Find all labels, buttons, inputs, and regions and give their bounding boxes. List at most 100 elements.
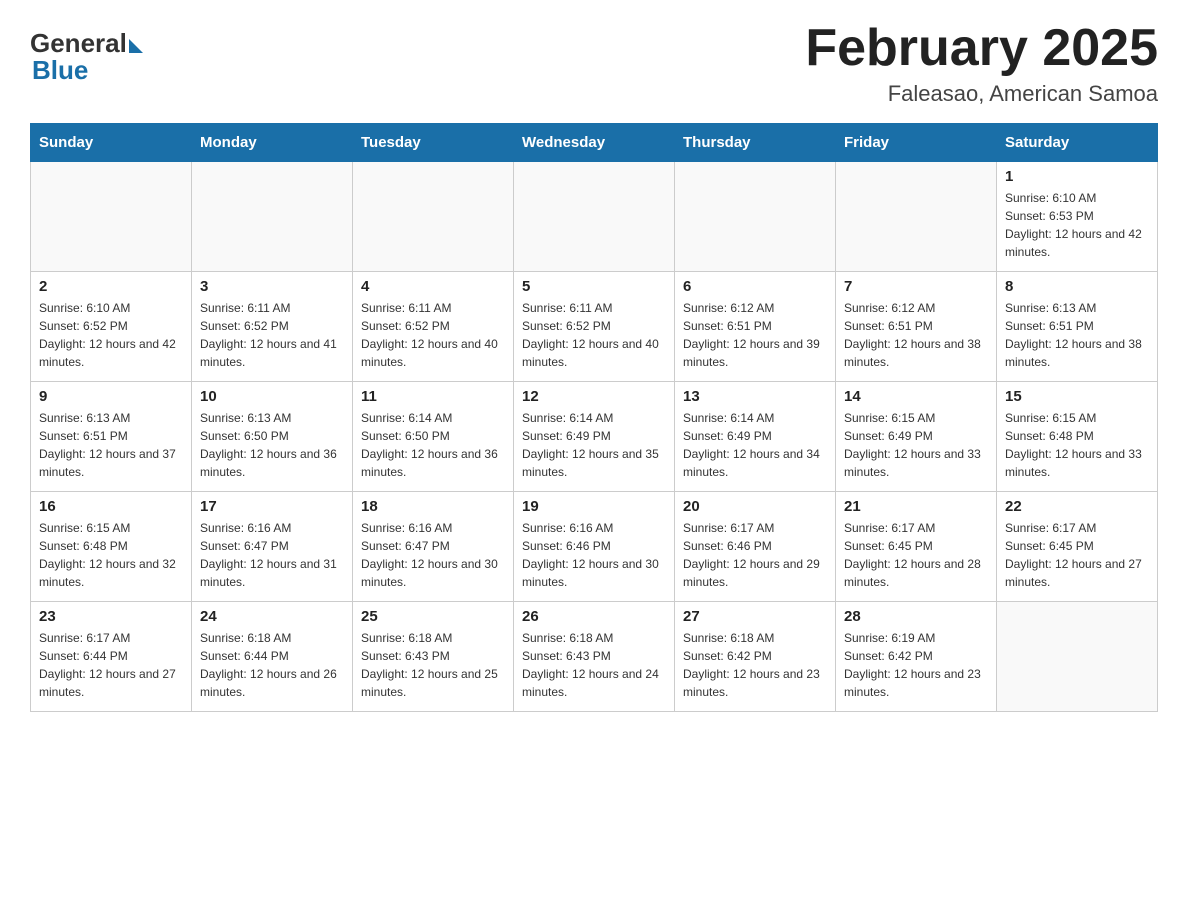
day-number: 26 <box>522 608 666 625</box>
day-info: Sunrise: 6:11 AM Sunset: 6:52 PM Dayligh… <box>361 299 505 371</box>
calendar-cell: 3 Sunrise: 6:11 AM Sunset: 6:52 PM Daylig… <box>192 272 353 382</box>
day-info: Sunrise: 6:15 AM Sunset: 6:48 PM Dayligh… <box>1005 409 1149 481</box>
calendar-cell: 17Sunrise: 6:16 AM Sunset: 6:47 PM Dayli… <box>192 492 353 602</box>
page-header: General Blue February 2025 Faleasao, Ame… <box>30 20 1158 107</box>
calendar-cell <box>353 162 514 272</box>
calendar-cell: 2 Sunrise: 6:10 AM Sunset: 6:52 PM Daylig… <box>31 272 192 382</box>
day-info: Sunrise: 6:19 AM Sunset: 6:42 PM Dayligh… <box>844 629 988 701</box>
calendar-cell: 6Sunrise: 6:12 AM Sunset: 6:51 PM Daylig… <box>675 272 836 382</box>
day-info: Sunrise: 6:15 AM Sunset: 6:48 PM Dayligh… <box>39 519 183 591</box>
days-header-row: SundayMondayTuesdayWednesdayThursdayFrid… <box>31 124 1158 162</box>
day-info: Sunrise: 6:12 AM Sunset: 6:51 PM Dayligh… <box>683 299 827 371</box>
day-info: Sunrise: 6:13 AM Sunset: 6:51 PM Dayligh… <box>1005 299 1149 371</box>
calendar-cell: 8 Sunrise: 6:13 AM Sunset: 6:51 PM Daylig… <box>997 272 1158 382</box>
title-block: February 2025 Faleasao, American Samoa <box>805 20 1158 107</box>
logo-blue-text: Blue <box>30 55 88 86</box>
day-number: 8 <box>1005 278 1149 295</box>
calendar-header: SundayMondayTuesdayWednesdayThursdayFrid… <box>31 124 1158 162</box>
day-info: Sunrise: 6:16 AM Sunset: 6:46 PM Dayligh… <box>522 519 666 591</box>
calendar-subtitle: Faleasao, American Samoa <box>805 81 1158 107</box>
calendar-cell: 21Sunrise: 6:17 AM Sunset: 6:45 PM Dayli… <box>836 492 997 602</box>
day-info: Sunrise: 6:14 AM Sunset: 6:50 PM Dayligh… <box>361 409 505 481</box>
day-number: 1 <box>1005 168 1149 185</box>
calendar-cell: 9 Sunrise: 6:13 AM Sunset: 6:51 PM Daylig… <box>31 382 192 492</box>
logo-arrow-icon <box>129 39 143 53</box>
day-header-tuesday: Tuesday <box>353 124 514 162</box>
day-number: 7 <box>844 278 988 295</box>
day-number: 2 <box>39 278 183 295</box>
calendar-title: February 2025 <box>805 20 1158 77</box>
day-header-sunday: Sunday <box>31 124 192 162</box>
calendar-cell <box>514 162 675 272</box>
day-number: 9 <box>39 388 183 405</box>
day-header-thursday: Thursday <box>675 124 836 162</box>
day-number: 12 <box>522 388 666 405</box>
calendar-cell: 15 Sunrise: 6:15 AM Sunset: 6:48 PM Dayli… <box>997 382 1158 492</box>
calendar-cell: 25 Sunrise: 6:18 AM Sunset: 6:43 PM Dayli… <box>353 602 514 712</box>
day-info: Sunrise: 6:18 AM Sunset: 6:43 PM Dayligh… <box>361 629 505 701</box>
day-info: Sunrise: 6:14 AM Sunset: 6:49 PM Dayligh… <box>683 409 827 481</box>
calendar-cell: 5 Sunrise: 6:11 AM Sunset: 6:52 PM Daylig… <box>514 272 675 382</box>
day-number: 15 <box>1005 388 1149 405</box>
day-info: Sunrise: 6:18 AM Sunset: 6:43 PM Dayligh… <box>522 629 666 701</box>
calendar-cell: 14Sunrise: 6:15 AM Sunset: 6:49 PM Dayli… <box>836 382 997 492</box>
day-info: Sunrise: 6:17 AM Sunset: 6:44 PM Dayligh… <box>39 629 183 701</box>
day-info: Sunrise: 6:13 AM Sunset: 6:51 PM Dayligh… <box>39 409 183 481</box>
day-info: Sunrise: 6:10 AM Sunset: 6:52 PM Dayligh… <box>39 299 183 371</box>
day-info: Sunrise: 6:18 AM Sunset: 6:44 PM Dayligh… <box>200 629 344 701</box>
day-number: 22 <box>1005 498 1149 515</box>
day-number: 16 <box>39 498 183 515</box>
calendar-cell: 16 Sunrise: 6:15 AM Sunset: 6:48 PM Dayli… <box>31 492 192 602</box>
logo: General Blue <box>30 20 143 86</box>
day-number: 18 <box>361 498 505 515</box>
calendar-cell <box>675 162 836 272</box>
day-number: 23 <box>39 608 183 625</box>
day-info: Sunrise: 6:10 AM Sunset: 6:53 PM Dayligh… <box>1005 189 1149 261</box>
calendar-cell: 11Sunrise: 6:14 AM Sunset: 6:50 PM Dayli… <box>353 382 514 492</box>
day-info: Sunrise: 6:11 AM Sunset: 6:52 PM Dayligh… <box>200 299 344 371</box>
day-header-friday: Friday <box>836 124 997 162</box>
day-number: 20 <box>683 498 827 515</box>
calendar-cell: 22 Sunrise: 6:17 AM Sunset: 6:45 PM Dayli… <box>997 492 1158 602</box>
calendar-cell <box>192 162 353 272</box>
day-header-wednesday: Wednesday <box>514 124 675 162</box>
calendar-cell <box>997 602 1158 712</box>
day-number: 13 <box>683 388 827 405</box>
calendar-body: 1 Sunrise: 6:10 AM Sunset: 6:53 PM Daylig… <box>31 162 1158 712</box>
day-number: 3 <box>200 278 344 295</box>
day-info: Sunrise: 6:11 AM Sunset: 6:52 PM Dayligh… <box>522 299 666 371</box>
week-row-4: 16 Sunrise: 6:15 AM Sunset: 6:48 PM Dayli… <box>31 492 1158 602</box>
day-number: 28 <box>844 608 988 625</box>
day-info: Sunrise: 6:14 AM Sunset: 6:49 PM Dayligh… <box>522 409 666 481</box>
day-info: Sunrise: 6:16 AM Sunset: 6:47 PM Dayligh… <box>361 519 505 591</box>
calendar-cell: 12 Sunrise: 6:14 AM Sunset: 6:49 PM Dayli… <box>514 382 675 492</box>
calendar-cell: 23 Sunrise: 6:17 AM Sunset: 6:44 PM Dayli… <box>31 602 192 712</box>
day-info: Sunrise: 6:17 AM Sunset: 6:46 PM Dayligh… <box>683 519 827 591</box>
day-info: Sunrise: 6:12 AM Sunset: 6:51 PM Dayligh… <box>844 299 988 371</box>
day-info: Sunrise: 6:13 AM Sunset: 6:50 PM Dayligh… <box>200 409 344 481</box>
calendar-table: SundayMondayTuesdayWednesdayThursdayFrid… <box>30 123 1158 712</box>
day-info: Sunrise: 6:17 AM Sunset: 6:45 PM Dayligh… <box>1005 519 1149 591</box>
day-number: 4 <box>361 278 505 295</box>
day-info: Sunrise: 6:16 AM Sunset: 6:47 PM Dayligh… <box>200 519 344 591</box>
calendar-cell: 13 Sunrise: 6:14 AM Sunset: 6:49 PM Dayli… <box>675 382 836 492</box>
calendar-cell: 24 Sunrise: 6:18 AM Sunset: 6:44 PM Dayli… <box>192 602 353 712</box>
week-row-5: 23 Sunrise: 6:17 AM Sunset: 6:44 PM Dayli… <box>31 602 1158 712</box>
calendar-cell: 26 Sunrise: 6:18 AM Sunset: 6:43 PM Dayli… <box>514 602 675 712</box>
day-header-saturday: Saturday <box>997 124 1158 162</box>
week-row-1: 1 Sunrise: 6:10 AM Sunset: 6:53 PM Daylig… <box>31 162 1158 272</box>
day-number: 27 <box>683 608 827 625</box>
day-number: 19 <box>522 498 666 515</box>
day-number: 14 <box>844 388 988 405</box>
calendar-cell <box>836 162 997 272</box>
day-number: 25 <box>361 608 505 625</box>
day-number: 10 <box>200 388 344 405</box>
calendar-cell <box>31 162 192 272</box>
calendar-cell: 19 Sunrise: 6:16 AM Sunset: 6:46 PM Dayli… <box>514 492 675 602</box>
calendar-cell: 10 Sunrise: 6:13 AM Sunset: 6:50 PM Dayli… <box>192 382 353 492</box>
day-number: 21 <box>844 498 988 515</box>
day-number: 24 <box>200 608 344 625</box>
calendar-cell: 28 Sunrise: 6:19 AM Sunset: 6:42 PM Dayli… <box>836 602 997 712</box>
calendar-cell: 27Sunrise: 6:18 AM Sunset: 6:42 PM Dayli… <box>675 602 836 712</box>
day-number: 5 <box>522 278 666 295</box>
